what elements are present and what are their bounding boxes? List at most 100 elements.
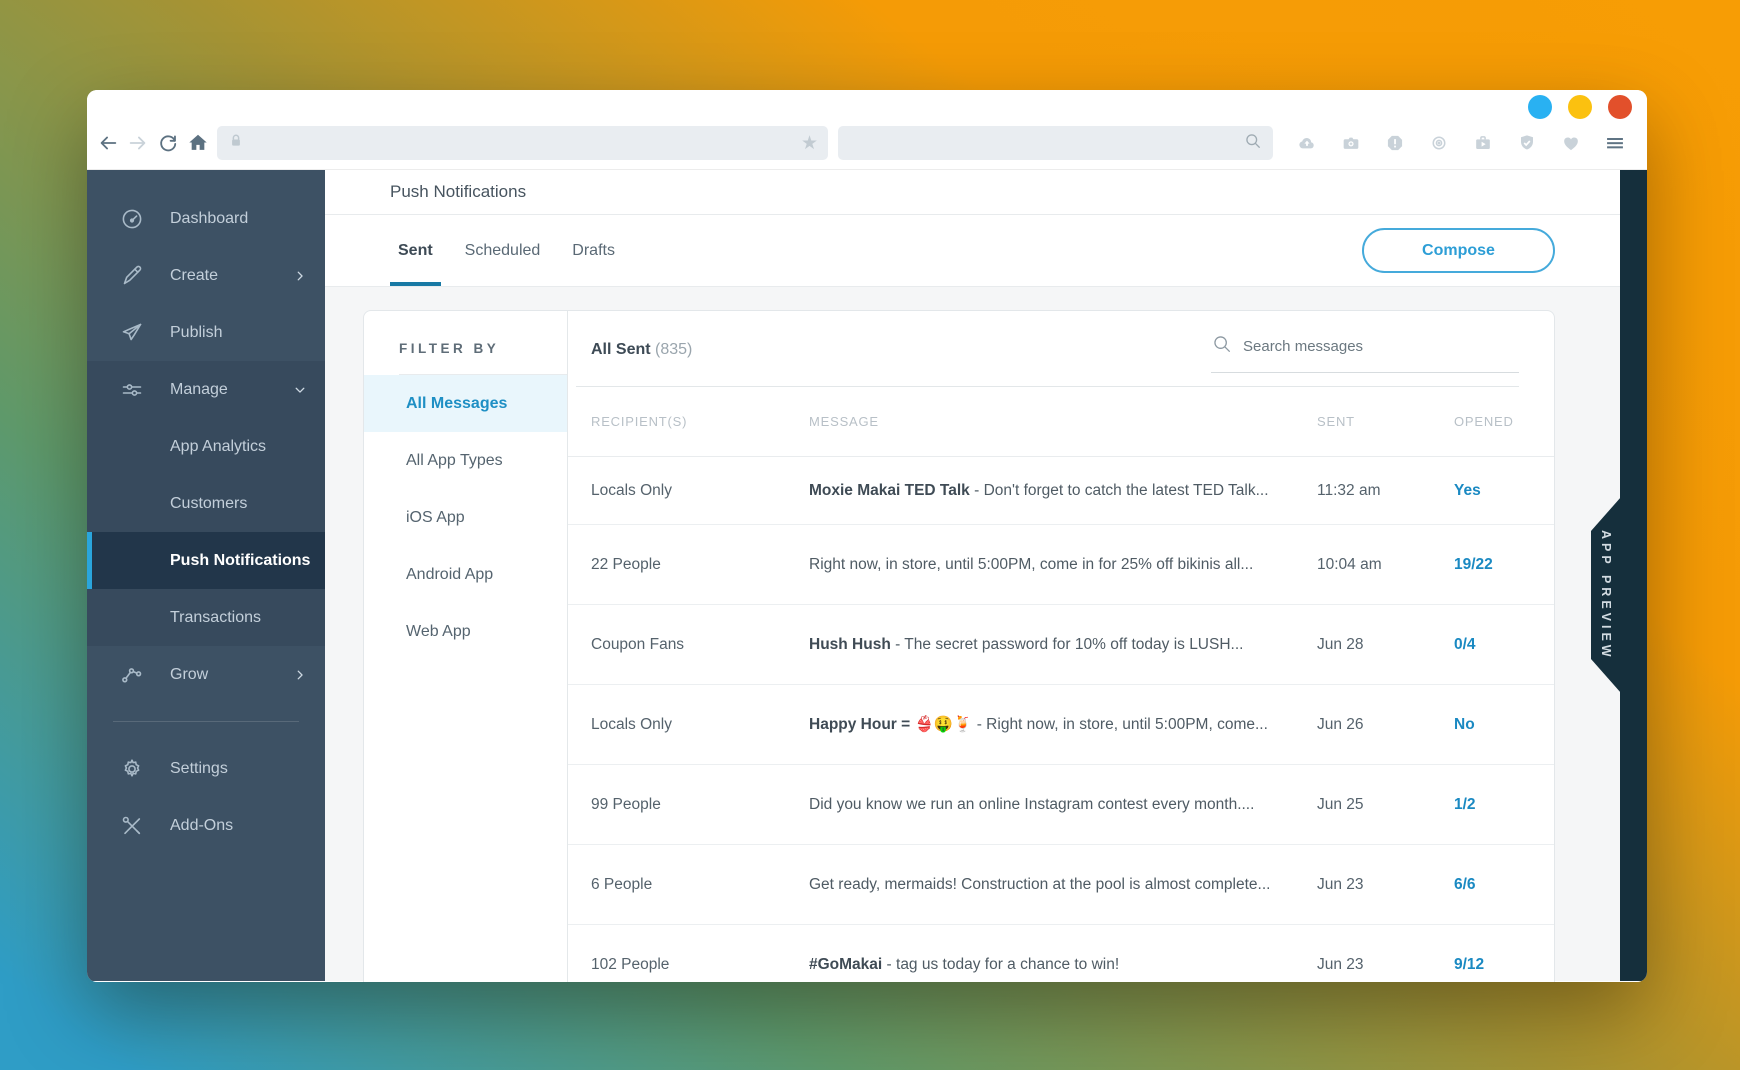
tab-sent[interactable]: Sent xyxy=(390,215,441,286)
row-recipients: 6 People xyxy=(591,875,653,893)
tools-icon xyxy=(120,814,144,838)
sidebar-item-add-ons[interactable]: Add-Ons xyxy=(87,797,325,854)
menu-icon[interactable] xyxy=(1605,133,1625,153)
reload-button[interactable] xyxy=(157,132,179,154)
col-message: MESSAGE xyxy=(809,414,879,429)
shield-check-icon[interactable] xyxy=(1517,133,1537,153)
col-recipients: RECIPIENT(S) xyxy=(591,414,688,429)
row-sent: Jun 23 xyxy=(1317,956,1364,973)
sidebar-item-create[interactable]: Create xyxy=(87,247,325,304)
search-icon xyxy=(1211,333,1233,360)
browser-search-input[interactable] xyxy=(848,135,1243,151)
sidebar-item-publish[interactable]: Publish xyxy=(87,304,325,361)
content-area: FILTER BY All Messages All App Types iOS… xyxy=(325,287,1647,982)
compose-button[interactable]: Compose xyxy=(1362,228,1555,273)
broadcast-icon[interactable] xyxy=(1429,133,1449,153)
sidebar-item-grow[interactable]: Grow xyxy=(87,646,325,703)
row-message-rest: - Don't forget to catch the latest TED T… xyxy=(969,481,1269,499)
table-count: (835) xyxy=(655,341,693,358)
sidebar-item-label: Create xyxy=(170,266,219,284)
row-message: Happy Hour = 👙🤑🍹 - Right now, in store, … xyxy=(794,715,1302,734)
sidebar-item-label: Customers xyxy=(170,494,248,512)
filter-item-ios-app[interactable]: iOS App xyxy=(364,489,567,546)
forward-button[interactable] xyxy=(127,132,149,154)
row-sent: Jun 23 xyxy=(1317,875,1364,893)
row-message-rest: Did you know we run an online Instagram … xyxy=(809,795,1255,813)
message-search-input[interactable] xyxy=(1243,338,1519,355)
messages-card: FILTER BY All Messages All App Types iOS… xyxy=(363,310,1555,982)
sidebar-item-manage[interactable]: Manage xyxy=(87,361,325,418)
row-opened[interactable]: No xyxy=(1439,716,1519,734)
table-row[interactable]: Coupon Fans Hush Hush - The secret passw… xyxy=(568,605,1554,685)
sidebar-item-label: Transactions xyxy=(170,608,261,626)
table-row[interactable]: Locals Only Moxie Makai TED Talk - Don't… xyxy=(568,457,1554,525)
row-opened[interactable]: 19/22 xyxy=(1439,556,1519,574)
row-message-rest: Right now, in store, until 5:00PM, come … xyxy=(809,555,1254,573)
lock-icon xyxy=(227,132,245,155)
row-recipients: Coupon Fans xyxy=(591,635,685,653)
tab-scheduled[interactable]: Scheduled xyxy=(457,215,549,286)
row-sent: Jun 28 xyxy=(1317,635,1364,653)
paper-plane-icon xyxy=(120,321,144,345)
traffic-light-yellow[interactable] xyxy=(1568,95,1592,119)
row-message: Right now, in store, until 5:00PM, come … xyxy=(794,556,1302,574)
camera-icon[interactable] xyxy=(1341,133,1361,153)
col-opened: OPENED xyxy=(1454,414,1514,429)
row-recipients: Locals Only xyxy=(591,715,672,733)
gauge-icon xyxy=(120,207,144,231)
row-message: Get ready, mermaids! Construction at the… xyxy=(794,876,1302,894)
sidebar-item-app-analytics[interactable]: App Analytics xyxy=(87,418,325,475)
right-rail xyxy=(1620,170,1647,981)
tabs-bar: Sent Scheduled Drafts Compose xyxy=(325,215,1647,287)
filter-item-web-app[interactable]: Web App xyxy=(364,603,567,660)
home-button[interactable] xyxy=(187,132,209,154)
nodes-icon xyxy=(120,663,144,687)
row-message-rest: - tag us today for a chance to win! xyxy=(882,956,1120,973)
row-sent: 11:32 am xyxy=(1317,481,1381,499)
row-message-bold: Hush Hush xyxy=(809,635,891,653)
table-row[interactable]: 22 People Right now, in store, until 5:0… xyxy=(568,525,1554,605)
sidebar-item-transactions[interactable]: Transactions xyxy=(87,589,325,646)
row-opened[interactable]: 0/4 xyxy=(1439,636,1519,654)
sidebar-item-label: Grow xyxy=(170,665,209,683)
traffic-light-red[interactable] xyxy=(1608,95,1632,119)
table-row[interactable]: 102 People #GoMakai - tag us today for a… xyxy=(568,925,1554,982)
table-row[interactable]: Locals Only Happy Hour = 👙🤑🍹 - Right now… xyxy=(568,685,1554,765)
row-recipients: Locals Only xyxy=(591,481,672,499)
row-opened[interactable]: Yes xyxy=(1439,482,1519,500)
table-column-headers: RECIPIENT(S) MESSAGE SENT OPENED xyxy=(568,387,1554,457)
browser-chrome: ★ xyxy=(87,90,1647,170)
back-button[interactable] xyxy=(97,132,119,154)
sidebar-item-label: Manage xyxy=(170,380,228,398)
heart-icon[interactable] xyxy=(1561,133,1581,153)
alert-octagon-icon[interactable] xyxy=(1385,133,1405,153)
star-icon[interactable]: ★ xyxy=(801,134,818,153)
row-message-rest: Get ready, mermaids! Construction at the… xyxy=(809,875,1271,893)
app-preview-tab[interactable]: APP PREVIEW xyxy=(1591,497,1621,693)
briefcase-play-icon[interactable] xyxy=(1473,133,1493,153)
sidebar-item-customers[interactable]: Customers xyxy=(87,475,325,532)
filter-item-android-app[interactable]: Android App xyxy=(364,546,567,603)
pencil-icon xyxy=(120,264,144,288)
filter-item-all-app-types[interactable]: All App Types xyxy=(364,432,567,489)
chevron-right-icon xyxy=(293,269,307,283)
tab-drafts[interactable]: Drafts xyxy=(564,215,623,286)
table-row[interactable]: 6 People Get ready, mermaids! Constructi… xyxy=(568,845,1554,925)
browser-search-bar[interactable] xyxy=(838,126,1273,160)
row-message: Hush Hush - The secret password for 10% … xyxy=(794,636,1302,654)
sidebar-item-dashboard[interactable]: Dashboard xyxy=(87,190,325,247)
table-row[interactable]: 99 People Did you know we run an online … xyxy=(568,765,1554,845)
message-search[interactable] xyxy=(1211,333,1519,373)
row-opened[interactable]: 9/12 xyxy=(1439,956,1519,974)
row-opened[interactable]: 1/2 xyxy=(1439,796,1519,814)
cloud-upload-icon[interactable] xyxy=(1297,133,1317,153)
url-input[interactable] xyxy=(245,135,801,151)
row-opened[interactable]: 6/6 xyxy=(1439,876,1519,894)
filter-heading: FILTER BY xyxy=(399,341,500,356)
address-bar[interactable]: ★ xyxy=(217,126,828,160)
sidebar-item-settings[interactable]: Settings xyxy=(87,740,325,797)
filter-panel: FILTER BY All Messages All App Types iOS… xyxy=(364,311,568,982)
traffic-light-blue[interactable] xyxy=(1528,95,1552,119)
sidebar-item-push-notifications[interactable]: Push Notifications xyxy=(87,532,325,589)
filter-item-all-messages[interactable]: All Messages xyxy=(364,375,567,432)
